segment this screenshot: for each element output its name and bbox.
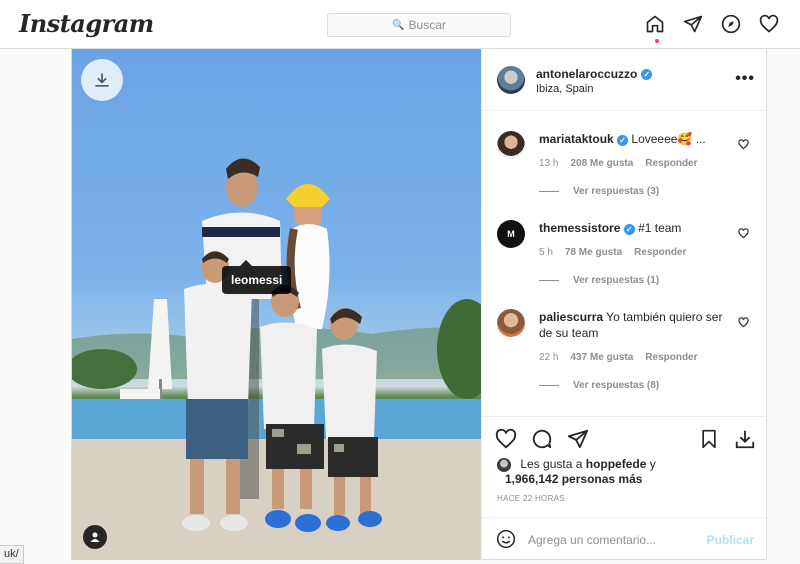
search-icon: 🔍 [392, 19, 405, 31]
nav-icons [644, 13, 780, 35]
comment-like-heart-icon[interactable] [738, 315, 749, 333]
download-icon[interactable] [733, 427, 757, 451]
comment-reply-button[interactable]: Responder [634, 247, 686, 258]
view-replies-button[interactable]: Ver respuestas (1) [539, 275, 659, 286]
post-timestamp[interactable]: HACE 22 HORAS [497, 494, 565, 503]
publish-button[interactable]: Publicar [707, 533, 754, 547]
comment-time[interactable]: 22 h [539, 352, 558, 363]
activity-heart-icon[interactable] [758, 13, 780, 35]
comment-avatar[interactable]: M [497, 220, 525, 248]
post-actions: Les gusta a hoppefede y 1,966,142 person… [482, 416, 769, 560]
author-name-row[interactable]: antonelaroccuzzo ✓ [536, 67, 653, 81]
search-placeholder: Buscar [408, 18, 446, 32]
direct-icon[interactable] [682, 13, 704, 35]
liker-avatar[interactable] [497, 457, 511, 472]
home-active-dot [655, 39, 659, 43]
likes-summary: Les gusta a hoppefede y 1,966,142 person… [497, 457, 757, 487]
comment-reply-button[interactable]: Responder [645, 352, 697, 363]
comment-body: #1 team [638, 221, 682, 235]
comment-text: themessistore ✓ #1 team [539, 220, 729, 236]
author-username[interactable]: antonelaroccuzzo [536, 67, 637, 81]
home-icon[interactable] [644, 13, 666, 35]
comment-bubble-icon[interactable] [530, 427, 554, 451]
view-replies-button[interactable]: Ver respuestas (8) [539, 380, 659, 391]
instagram-logo[interactable]: Instagram [19, 9, 154, 38]
comment-meta: 13 h 208 Me gusta Responder [539, 158, 698, 169]
post-photo[interactable]: leomessi [72, 49, 481, 560]
post-header: antonelaroccuzzo ✓ Ibiza, Spain ••• [482, 49, 769, 111]
comment-like-heart-icon[interactable] [738, 137, 749, 155]
comment-likes[interactable]: 78 Me gusta [565, 247, 622, 258]
comment-meta: 5 h 78 Me gusta Responder [539, 247, 686, 258]
tagged-users-button[interactable] [83, 525, 107, 549]
likes-conj: y [649, 457, 656, 471]
comment-like-heart-icon[interactable] [738, 226, 749, 244]
comments-list: mariataktouk ✓ Loveeee🥰 ... 13 h 208 Me … [482, 112, 769, 416]
likes-count[interactable]: 1,966,142 personas más [505, 472, 642, 486]
comment-meta: 22 h 437 Me gusta Responder [539, 352, 698, 363]
comment-item: M themessistore ✓ #1 team 5 h 78 Me gust… [497, 216, 757, 296]
comment-avatar[interactable] [497, 131, 525, 159]
verified-badge-icon: ✓ [641, 68, 653, 80]
download-icon [95, 73, 109, 87]
comment-likes[interactable]: 437 Me gusta [570, 352, 633, 363]
download-button[interactable] [81, 59, 123, 101]
search-box[interactable]: 🔍 Buscar [327, 13, 511, 37]
liker-username[interactable]: hoppefede [586, 457, 647, 471]
replies-divider [539, 385, 559, 386]
explore-icon[interactable] [720, 13, 742, 35]
likes-prefix: Les gusta a [520, 457, 583, 471]
comment-time[interactable]: 5 h [539, 247, 553, 258]
comment-time[interactable]: 13 h [539, 158, 558, 169]
view-replies-label: Ver respuestas (1) [573, 275, 660, 286]
status-bar-url: uk/ [0, 545, 24, 564]
comment-item: paliescurra Yo también quiero ser de su … [497, 305, 757, 405]
comment-input[interactable] [528, 530, 698, 550]
comment-reply-button[interactable]: Responder [645, 158, 697, 169]
comment-body: Loveeee🥰 ... [631, 132, 706, 146]
share-direct-icon[interactable] [566, 427, 590, 451]
verified-badge-icon: ✓ [623, 224, 635, 235]
comment-username[interactable]: paliescurra [539, 310, 603, 324]
top-nav: Instagram 🔍 Buscar [0, 0, 800, 49]
comment-likes[interactable]: 208 Me gusta [570, 158, 633, 169]
photo-user-tag[interactable]: leomessi [222, 260, 292, 294]
add-comment-bar: Publicar [482, 517, 769, 561]
replies-divider [539, 191, 559, 192]
view-replies-label: Ver respuestas (3) [573, 186, 660, 197]
comment-avatar[interactable] [497, 309, 525, 337]
view-replies-button[interactable]: Ver respuestas (3) [539, 186, 659, 197]
verified-badge-icon: ✓ [617, 135, 629, 146]
post: leomessi antonelaroccuzzo ✓ Ibiza, Spain… [71, 49, 769, 560]
comment-username[interactable]: mariataktouk [539, 132, 614, 146]
photo-scene [72, 158, 481, 560]
post-location[interactable]: Ibiza, Spain [536, 83, 593, 95]
user-icon [90, 532, 100, 542]
author-avatar[interactable] [497, 66, 525, 94]
emoji-picker-icon[interactable] [496, 529, 516, 554]
action-icons-left [494, 427, 590, 451]
action-icons-right [697, 427, 757, 451]
comment-text: paliescurra Yo también quiero ser de su … [539, 309, 729, 341]
comment-text: mariataktouk ✓ Loveeee🥰 ... [539, 131, 729, 147]
comment-item: mariataktouk ✓ Loveeee🥰 ... 13 h 208 Me … [497, 127, 757, 207]
like-heart-icon[interactable] [494, 427, 518, 451]
comment-username[interactable]: themessistore [539, 221, 620, 235]
save-bookmark-icon[interactable] [697, 427, 721, 451]
post-sidebar: antonelaroccuzzo ✓ Ibiza, Spain ••• mari… [481, 49, 769, 560]
replies-divider [539, 280, 559, 281]
view-replies-label: Ver respuestas (8) [573, 380, 660, 391]
more-options-button[interactable]: ••• [735, 70, 755, 88]
